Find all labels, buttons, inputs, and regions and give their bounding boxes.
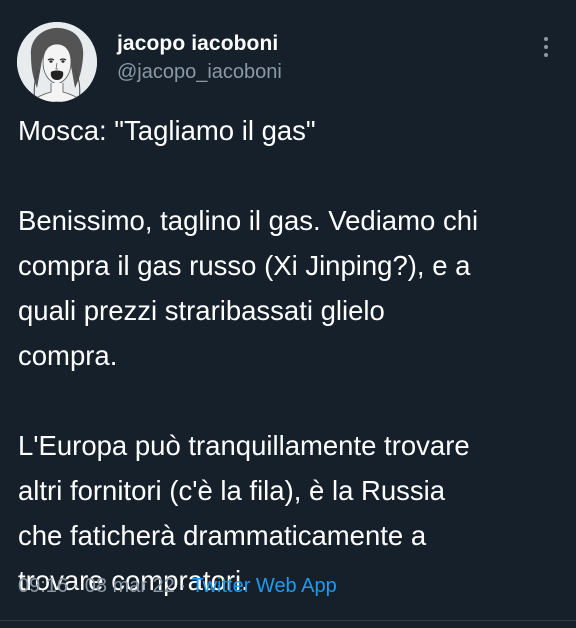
tweet-line: che faticherà drammaticamente a — [18, 520, 427, 551]
tweet-source-link[interactable]: Twitter Web App — [191, 575, 336, 597]
tweet-time[interactable]: 09:16 — [18, 575, 68, 597]
tweet-paragraph: Mosca: "Tagliamo il gas" — [18, 108, 566, 153]
author-display-name[interactable]: jacopo iacoboni — [117, 32, 278, 56]
tweet-line: Mosca: "Tagliamo il gas" — [18, 115, 316, 146]
tweet-line: Benissimo, taglino il gas. Vediamo chi — [18, 205, 479, 236]
tweet-line: L'Europa può tranquillamente trovare — [18, 430, 470, 461]
tweet-line: quali prezzi straribassati glielo — [18, 295, 385, 326]
tweet-text: Mosca: "Tagliamo il gas" Benissimo, tagl… — [18, 108, 566, 603]
tweet-date[interactable]: 08 mar 22 — [85, 575, 175, 597]
divider — [0, 620, 576, 621]
meta-separator: · — [179, 575, 187, 597]
meta-separator: · — [73, 575, 80, 597]
more-options-button[interactable] — [536, 33, 556, 61]
tweet-paragraph: Benissimo, taglino il gas. Vediamo chi c… — [18, 198, 566, 378]
tweet-card: jacopo iacoboni @jacopo_iacoboni Mosca: … — [0, 0, 576, 628]
author-handle[interactable]: @jacopo_iacoboni — [117, 61, 282, 84]
tweet-line: compra il gas russo (Xi Jinping?), e a — [18, 250, 471, 281]
profile-photo-icon — [17, 22, 97, 102]
tweet-line: compra. — [18, 340, 118, 371]
author-avatar[interactable] — [17, 22, 97, 102]
tweet-line: altri fornitori (c'è la fila), è la Russ… — [18, 475, 446, 506]
more-vertical-icon — [544, 37, 548, 41]
tweet-meta: 09:16 · 08 mar 22 · Twitter Web App — [18, 573, 337, 599]
